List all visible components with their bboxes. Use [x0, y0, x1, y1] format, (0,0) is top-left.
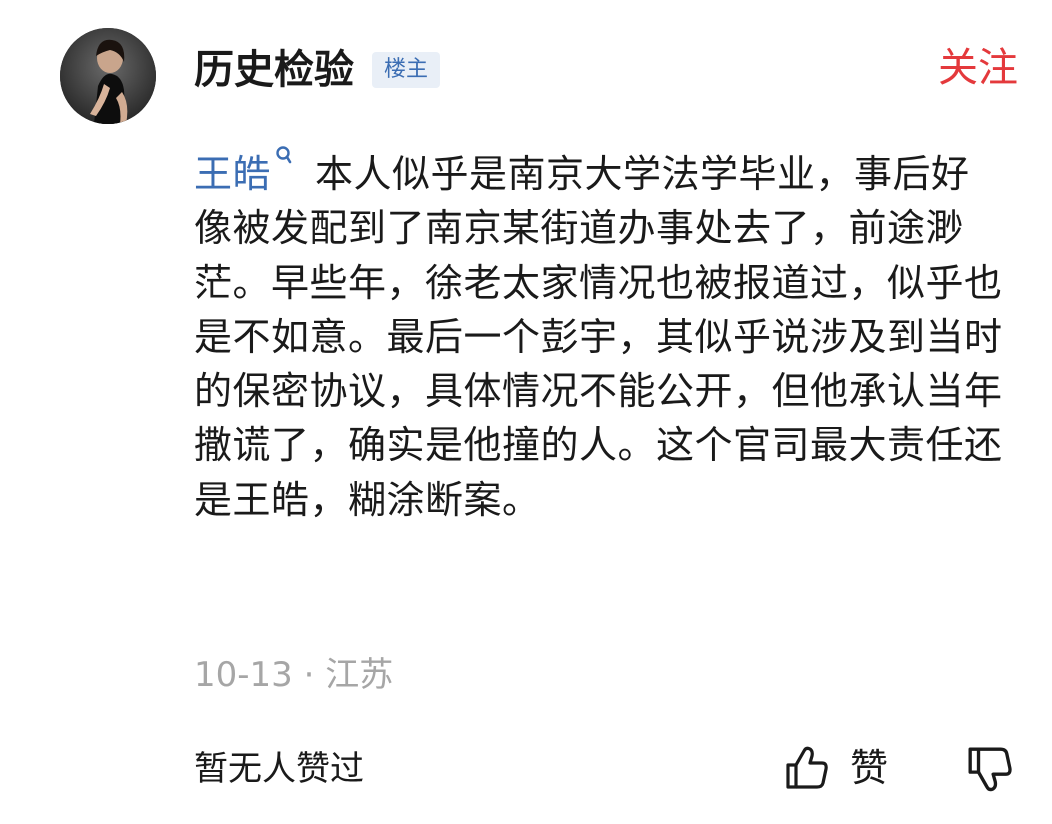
mention-link[interactable]: 王皓 — [194, 146, 315, 196]
avatar-photo — [60, 28, 156, 124]
comment-card: 历史检验 楼主 关注 王皓 本人似乎是南京大学法学毕业，事后好像被发配到了南京某街… — [0, 0, 1052, 824]
dislike-button[interactable] — [966, 744, 1014, 794]
like-label: 赞 — [850, 746, 889, 790]
follow-button[interactable]: 关注 — [938, 40, 1018, 96]
like-button[interactable]: 赞 — [784, 740, 888, 796]
likes-summary: 暂无人赞过 — [194, 749, 364, 789]
mention-name: 王皓 — [194, 152, 272, 196]
comment-meta: 10-13 · 江苏 — [194, 655, 394, 695]
thumbs-up-icon — [786, 746, 828, 789]
comment-body: 王皓 本人似乎是南京大学法学毕业，事后好像被发配到了南京某街道办事处去了，前途渺茫… — [194, 145, 1004, 527]
op-badge: 楼主 — [372, 52, 441, 88]
comment-text: 本人似乎是南京大学法学毕业，事后好像被发配到了南京某街道办事处去了，前途渺茫。早… — [194, 152, 1003, 522]
search-icon — [276, 146, 292, 164]
avatar[interactable] — [60, 28, 156, 124]
author-name[interactable]: 历史检验 — [194, 40, 354, 100]
thumbs-down-icon — [968, 747, 1012, 792]
